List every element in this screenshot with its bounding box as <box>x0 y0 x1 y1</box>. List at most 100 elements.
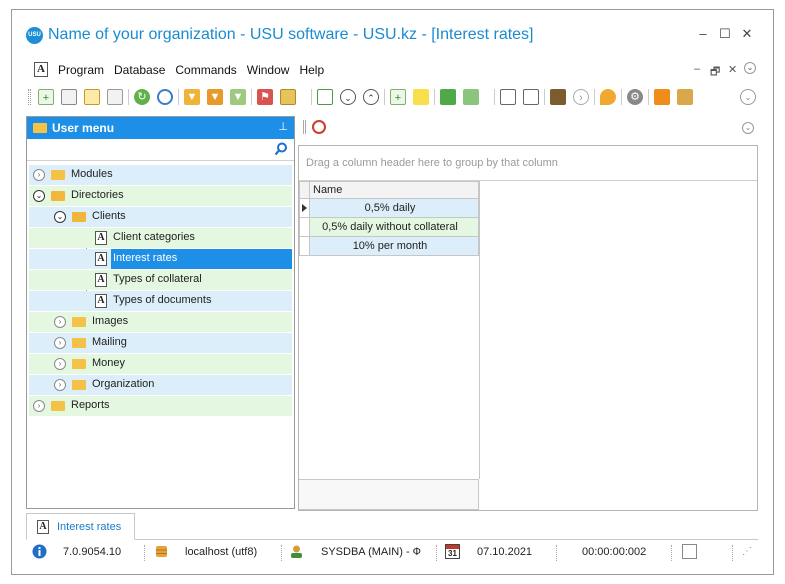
toolbar-separator <box>251 89 252 105</box>
toolbar-separator <box>544 89 545 105</box>
refresh-icon[interactable]: ↻ <box>134 89 150 105</box>
location-icon[interactable] <box>600 89 616 105</box>
menu-help[interactable]: Help <box>299 63 324 77</box>
import-icon[interactable] <box>463 89 479 105</box>
row-indicator-header <box>300 182 310 198</box>
flag-icon[interactable]: ⚑ <box>257 89 273 105</box>
users-icon[interactable] <box>677 89 693 105</box>
mdi-restore-button[interactable]: 🗗 <box>710 63 720 82</box>
forward-icon[interactable]: › <box>573 89 589 105</box>
menu-program[interactable]: Program <box>58 63 104 77</box>
user-menu-header: User menu ⊥ <box>27 117 294 139</box>
tree-item-money[interactable]: › Money <box>29 354 292 374</box>
toolbar-separator <box>594 89 595 105</box>
resize-grip-icon[interactable]: ⋰ <box>742 546 752 557</box>
note-icon[interactable] <box>413 89 429 105</box>
expand-icon[interactable]: › <box>33 169 45 181</box>
tree-item-clients[interactable]: ⌄ Clients <box>29 207 292 227</box>
tree-item-images[interactable]: › Images <box>29 312 292 332</box>
toolbar-separator <box>311 89 312 105</box>
app-window: USU Name of your organization - USU soft… <box>11 9 774 575</box>
timer-text: 00:00:00:002 <box>582 546 647 558</box>
tree-item-modules[interactable]: › Modules <box>29 165 292 185</box>
tree-item-label: Modules <box>71 168 113 180</box>
toolbar-separator <box>434 89 435 105</box>
tree-item-mailing[interactable]: › Mailing <box>29 333 292 353</box>
expand-icon[interactable]: › <box>54 379 66 391</box>
expand-icon[interactable]: › <box>54 358 66 370</box>
tree-item-label: Money <box>92 357 126 369</box>
tree-item-types-of-collateral[interactable]: A Types of collateral <box>29 270 292 290</box>
copy-icon[interactable] <box>61 89 77 105</box>
document-icon[interactable]: A <box>34 62 48 77</box>
delete-icon[interactable] <box>107 89 123 105</box>
table-cell: 10% per month <box>352 240 428 252</box>
image-icon[interactable] <box>280 89 296 105</box>
edit-icon[interactable] <box>84 89 100 105</box>
grid-footer <box>299 479 479 510</box>
collapse-icon[interactable]: ⌄ <box>33 190 45 202</box>
settings-icon[interactable]: ⚙ <box>627 89 643 105</box>
menu-database[interactable]: Database <box>114 63 165 77</box>
menu-commands[interactable]: Commands <box>175 63 236 77</box>
expand-icon[interactable]: › <box>54 337 66 349</box>
collapse-all-icon[interactable]: ⌃ <box>363 89 379 105</box>
row-indicator <box>300 218 310 236</box>
search-icon[interactable] <box>157 89 173 105</box>
row-indicator <box>300 199 310 217</box>
user-menu-search[interactable] <box>27 139 294 161</box>
note-icon[interactable] <box>682 544 697 559</box>
tree-item-client-categories[interactable]: A Client categories <box>29 228 292 248</box>
minimize-button[interactable]: – <box>695 26 711 41</box>
tree-item-types-of-documents[interactable]: A Types of documents <box>29 291 292 311</box>
chevron-down-icon[interactable]: ⌄ <box>742 122 754 134</box>
status-separator <box>732 545 733 561</box>
table-row[interactable]: 10% per month <box>299 237 479 256</box>
close-button[interactable]: ✕ <box>739 26 755 42</box>
mdi-close-button[interactable]: ✕ <box>728 63 737 76</box>
menu-window[interactable]: Window <box>247 63 290 77</box>
tab-interest-rates[interactable]: A Interest rates <box>26 513 135 540</box>
close-window-icon[interactable] <box>523 89 539 105</box>
pin-icon[interactable]: ⊥ <box>278 120 288 133</box>
export-icon[interactable] <box>440 89 456 105</box>
folder-icon <box>72 317 86 327</box>
tree-item-organization[interactable]: › Organization <box>29 375 292 395</box>
search-icon[interactable] <box>274 142 288 156</box>
add-icon[interactable]: + <box>38 89 54 105</box>
tree-item-label: Types of collateral <box>113 273 202 285</box>
new-window-icon[interactable] <box>500 89 516 105</box>
expand-all-icon[interactable]: ⌄ <box>340 89 356 105</box>
status-separator <box>436 545 437 561</box>
expand-icon[interactable]: › <box>54 316 66 328</box>
table-cell: 0,5% daily <box>364 202 416 214</box>
toolbar-overflow-icon[interactable]: ⌄ <box>740 89 756 105</box>
add-child-icon[interactable]: + <box>390 89 406 105</box>
rss-icon[interactable] <box>654 89 670 105</box>
user-icon <box>291 545 302 558</box>
chevron-down-icon[interactable]: ⌄ <box>744 62 756 74</box>
filter-settings-icon[interactable]: ▼ <box>230 89 246 105</box>
toolbar-grip <box>28 89 31 105</box>
tree-item-interest-rates[interactable]: A Interest rates <box>29 249 292 269</box>
tree-item-directories[interactable]: ⌄ Directories <box>29 186 292 206</box>
group-by-panel[interactable]: Drag a column header here to group by th… <box>299 146 757 181</box>
tree-item-label: Types of documents <box>113 294 212 306</box>
filter-icon[interactable]: ▼ <box>184 89 200 105</box>
tree-item-reports[interactable]: › Reports <box>29 396 292 416</box>
grid-column-divider <box>479 181 480 479</box>
table-row[interactable]: 0,5% daily <box>299 199 479 218</box>
stop-icon[interactable] <box>312 120 326 134</box>
filter-clear-icon[interactable]: ▼ <box>207 89 223 105</box>
document-icon: A <box>95 252 107 266</box>
exit-icon[interactable] <box>550 89 566 105</box>
mdi-minimize-button[interactable]: – <box>694 63 700 75</box>
column-header-name[interactable]: Name <box>299 181 479 199</box>
expand-icon[interactable]: › <box>33 400 45 412</box>
columns-icon[interactable] <box>317 89 333 105</box>
table-row[interactable]: 0,5% daily without collateral <box>299 218 479 237</box>
user-text: SYSDBA (MAIN) - Ф <box>321 546 422 558</box>
collapse-icon[interactable]: ⌄ <box>54 211 66 223</box>
maximize-button[interactable]: ☐ <box>717 26 733 42</box>
folder-open-icon <box>72 212 86 222</box>
